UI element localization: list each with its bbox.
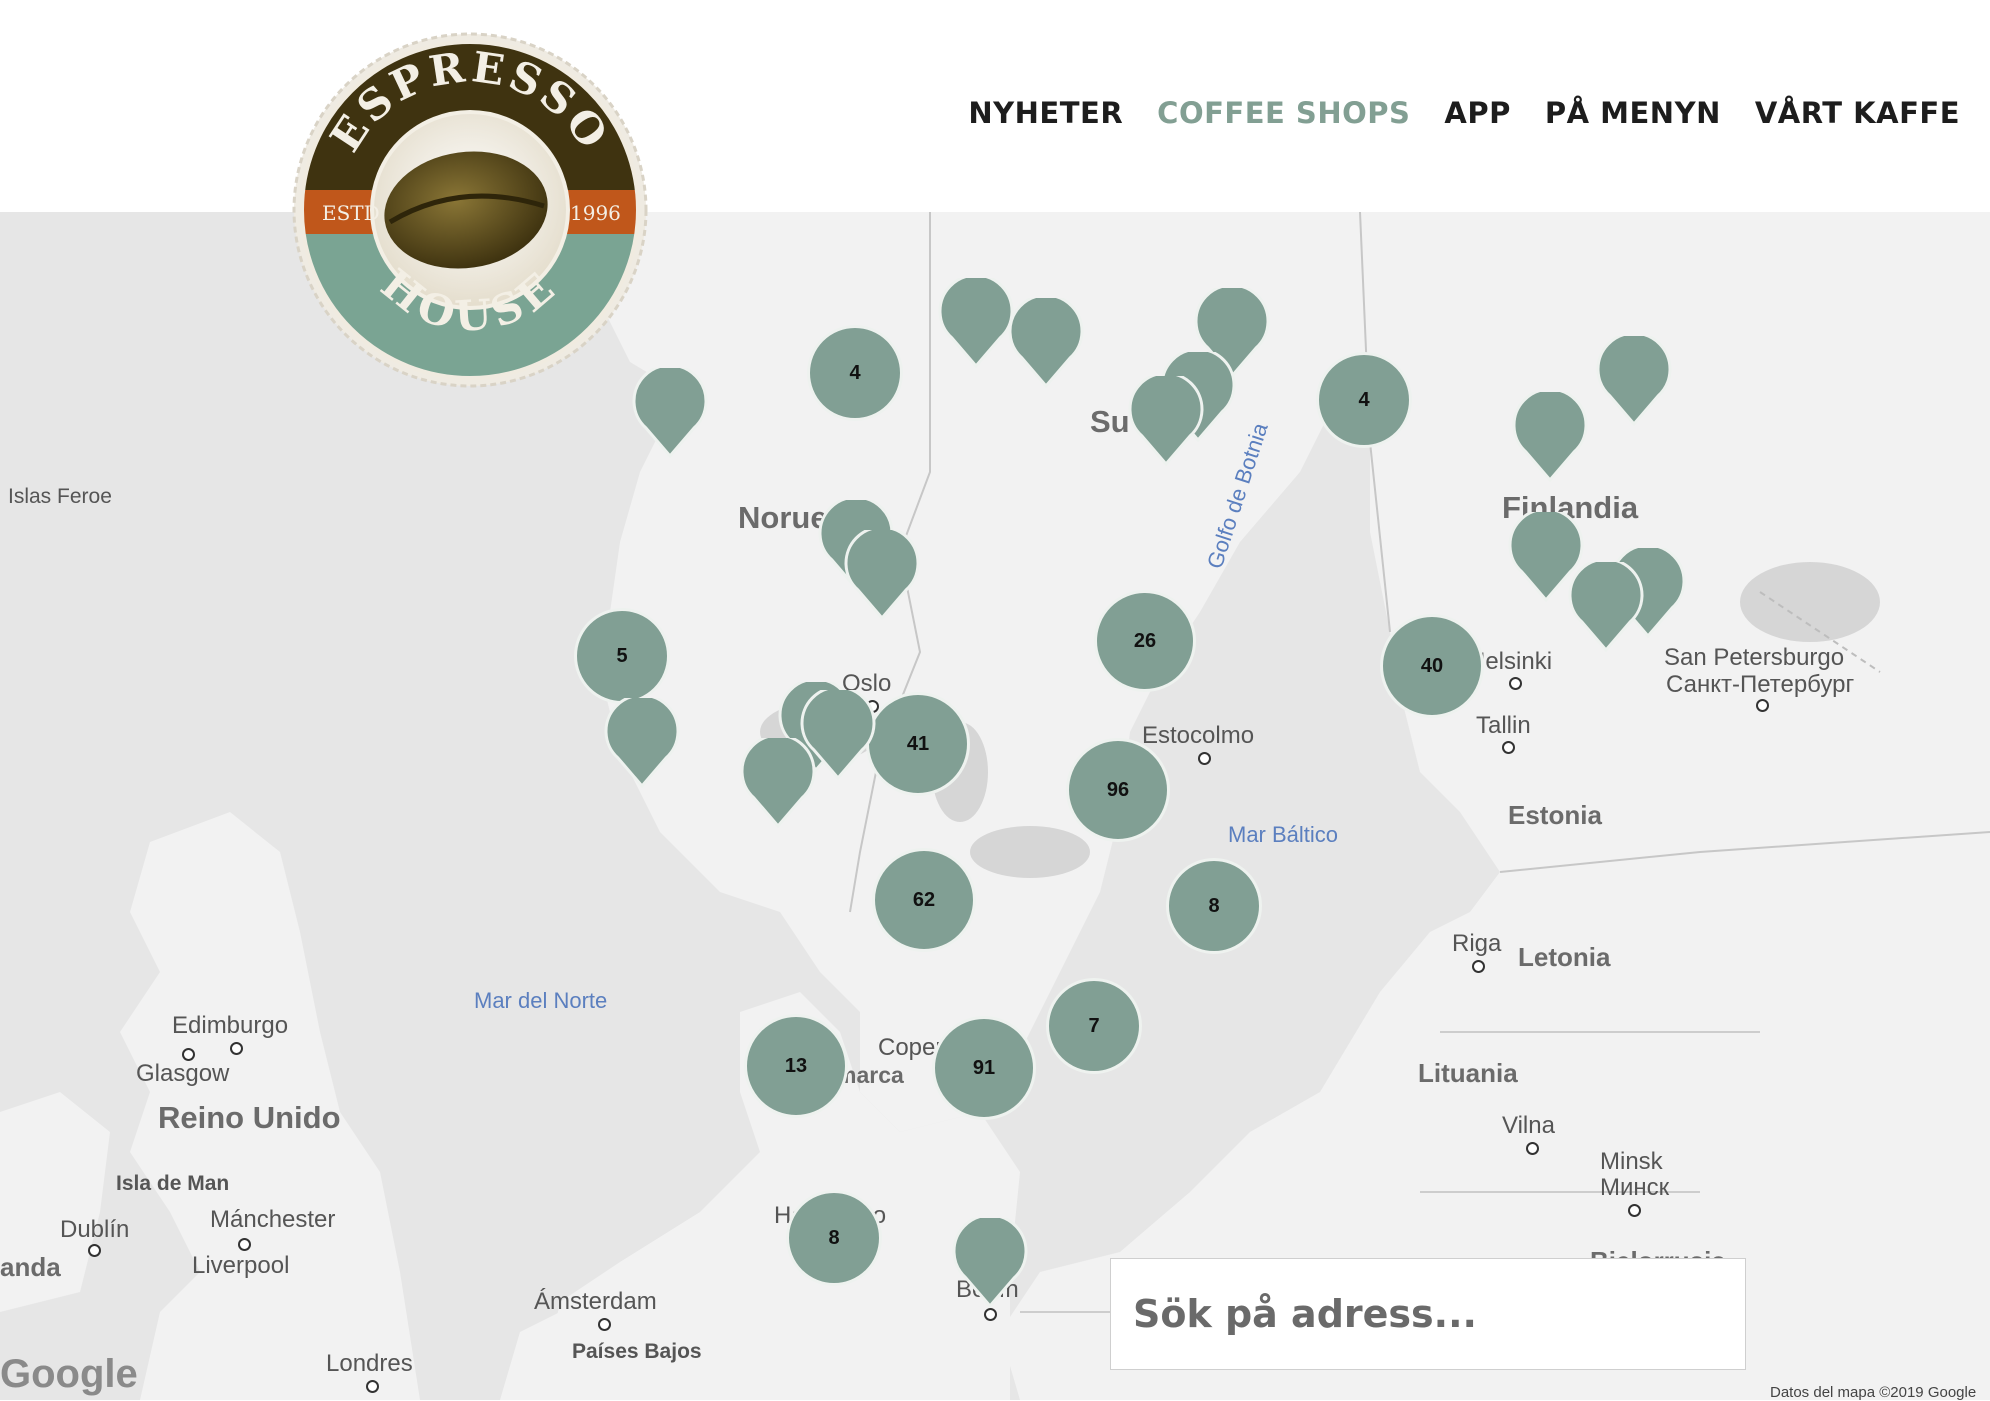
- store-pin-icon[interactable]: [604, 698, 680, 788]
- store-pin-icon[interactable]: [1596, 336, 1672, 426]
- label-mar-norte: Mar del Norte: [474, 988, 608, 1013]
- label-dublin: Dublín: [60, 1216, 130, 1243]
- store-cluster[interactable]: 8: [1166, 858, 1262, 954]
- label-glasgow: Glasgow: [136, 1060, 230, 1087]
- nav-coffee-shops[interactable]: COFFEE SHOPS: [1157, 96, 1410, 130]
- label-riga: Riga: [1452, 930, 1502, 957]
- label-san-petersburgo: San Petersburgo: [1664, 644, 1845, 671]
- label-minsk-ru: Минск: [1600, 1174, 1670, 1201]
- logo-estd: ESTD: [322, 201, 380, 225]
- store-pin-icon[interactable]: [844, 530, 920, 620]
- label-noruega: Norue: [738, 500, 828, 535]
- label-suecia: Su: [1090, 404, 1130, 439]
- nav-vart-kaffe[interactable]: VÅRT KAFFE: [1755, 96, 1960, 130]
- nav-pa-menyn[interactable]: PÅ MENYN: [1545, 96, 1721, 130]
- label-estocolmo: Estocolmo: [1142, 722, 1255, 749]
- store-cluster[interactable]: 62: [872, 848, 976, 952]
- store-cluster[interactable]: 4: [1316, 352, 1412, 448]
- city-dot: [598, 1318, 611, 1331]
- label-londres: Londres: [326, 1350, 413, 1377]
- store-map[interactable]: Islas Feroe Norue Su Finlandia Golfo de …: [0, 212, 1990, 1400]
- label-lituania: Lituania: [1418, 1058, 1518, 1088]
- main-nav: NYHETER COFFEE SHOPS APP PÅ MENYN VÅRT K…: [968, 96, 1960, 130]
- store-cluster[interactable]: 7: [1046, 978, 1142, 1074]
- store-pin-icon[interactable]: [952, 1218, 1028, 1308]
- store-pin-icon[interactable]: [938, 278, 1014, 368]
- label-anda: anda: [0, 1252, 61, 1282]
- label-liverpool: Liverpool: [192, 1252, 290, 1279]
- city-dot: [984, 1308, 997, 1321]
- logo-year: 1996: [570, 201, 621, 225]
- label-letonia: Letonia: [1518, 942, 1611, 972]
- label-islas-feroe: Islas Feroe: [8, 485, 112, 508]
- store-cluster[interactable]: 5: [574, 608, 670, 704]
- city-dot: [88, 1244, 101, 1257]
- city-dot: [238, 1238, 251, 1251]
- google-logo: Google: [0, 1352, 138, 1396]
- city-dot: [366, 1380, 379, 1393]
- label-reino-unido: Reino Unido: [158, 1100, 341, 1135]
- store-pin-icon[interactable]: [1128, 376, 1204, 466]
- nav-nyheter[interactable]: NYHETER: [968, 96, 1123, 130]
- label-minsk: Minsk: [1600, 1148, 1663, 1175]
- label-edimburgo: Edimburgo: [172, 1012, 289, 1039]
- store-cluster[interactable]: 13: [744, 1014, 848, 1118]
- store-cluster[interactable]: 26: [1094, 590, 1196, 692]
- city-dot: [1628, 1204, 1641, 1217]
- label-paises-bajos: Países Bajos: [572, 1340, 702, 1363]
- city-dot: [1756, 699, 1769, 712]
- map-attribution[interactable]: Datos del mapa ©2019 Google: [1770, 1384, 1976, 1401]
- nav-app[interactable]: APP: [1444, 96, 1510, 130]
- store-cluster[interactable]: 41: [866, 692, 970, 796]
- store-pin-icon[interactable]: [740, 738, 816, 828]
- label-tallin: Tallin: [1476, 712, 1531, 739]
- store-cluster[interactable]: 8: [786, 1190, 882, 1286]
- store-pin-icon[interactable]: [1512, 392, 1588, 482]
- city-dot: [1198, 752, 1211, 765]
- city-dot: [1472, 960, 1485, 973]
- label-isla-de-man: Isla de Man: [116, 1172, 230, 1195]
- store-cluster[interactable]: 91: [932, 1016, 1036, 1120]
- label-manchester: Mánchester: [210, 1206, 336, 1233]
- store-cluster[interactable]: 96: [1066, 738, 1170, 842]
- label-san-petersburgo-ru: Санкт-Петербург: [1666, 671, 1855, 698]
- label-amsterdam: Ámsterdam: [534, 1288, 657, 1315]
- city-dot: [230, 1042, 243, 1055]
- address-search: [1110, 1258, 1746, 1370]
- label-estonia: Estonia: [1508, 800, 1602, 830]
- store-cluster[interactable]: 40: [1380, 614, 1484, 718]
- address-search-input[interactable]: [1111, 1259, 1745, 1369]
- label-mar-baltico: Mar Báltico: [1228, 822, 1339, 847]
- store-cluster[interactable]: 4: [807, 325, 903, 421]
- store-pin-icon[interactable]: [1008, 298, 1084, 388]
- city-dot: [1509, 677, 1522, 690]
- espresso-house-logo[interactable]: ESPRESSO HOUSE ESTD 1996: [290, 30, 650, 390]
- store-pin-icon[interactable]: [1568, 562, 1644, 652]
- label-vilna: Vilna: [1502, 1112, 1555, 1139]
- city-dot: [1502, 741, 1515, 754]
- city-dot: [1526, 1142, 1539, 1155]
